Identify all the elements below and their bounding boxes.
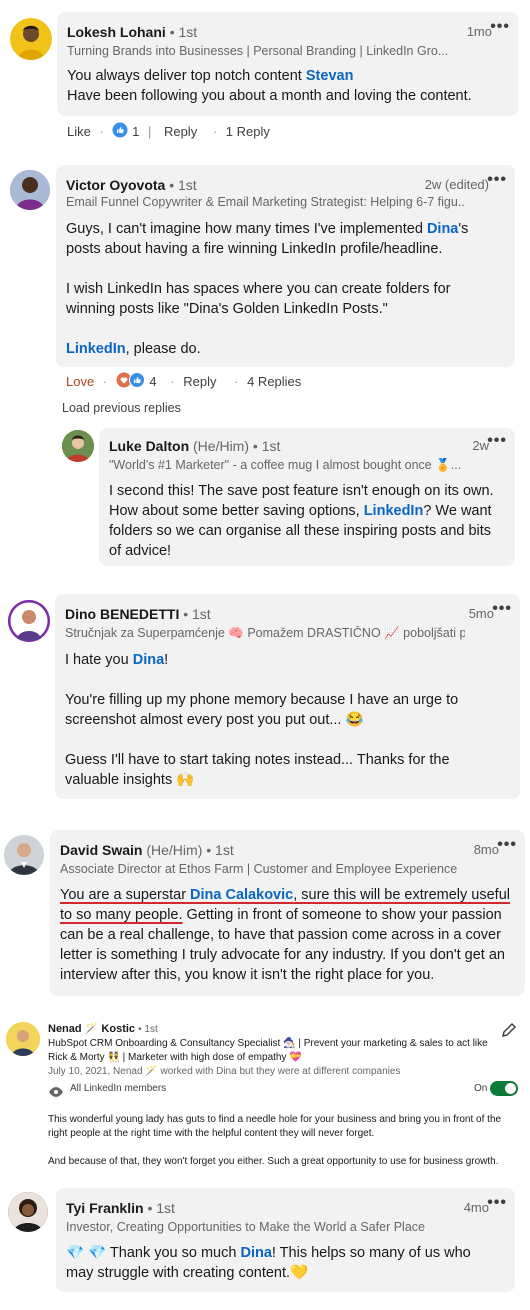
comment-text: You always deliver top notch content Ste… (67, 68, 472, 104)
recommendation-date: July 10, 2021, Nenad 🪄 worked with Dina … (48, 1066, 401, 1077)
mention-link[interactable]: LinkedIn (364, 503, 424, 519)
reply-bubble: Luke Dalton (He/Him) • 1st 2w ••• "World… (99, 428, 515, 566)
avatar[interactable] (8, 600, 50, 642)
author-headline: Turning Brands into Businesses | Persona… (67, 44, 449, 58)
connection-degree: • 1st (169, 177, 197, 193)
mention-link[interactable]: Dina (427, 221, 458, 237)
love-button[interactable]: Love (66, 374, 94, 389)
author-headline: Investor, Creating Opportunities to Make… (66, 1220, 425, 1234)
avatar[interactable] (4, 835, 44, 875)
more-options-icon[interactable]: ••• (487, 432, 507, 450)
reaction-count[interactable]: 4 (149, 374, 156, 389)
mention-link[interactable]: LinkedIn (66, 341, 126, 357)
recommendation: Nenad 🪄 Kostic • 1st HubSpot CRM Onboard… (48, 1022, 518, 1169)
timestamp: 4mo (463, 1200, 489, 1215)
timestamp: 8mo (473, 842, 499, 857)
comment-bubble: Lokesh Lohani • 1st 1mo ••• Turning Bran… (57, 12, 518, 116)
comment-text: Guys, I can't imagine how many times I'v… (66, 221, 469, 357)
mention-link[interactable]: Dina (133, 652, 164, 668)
more-options-icon[interactable]: ••• (497, 836, 517, 854)
replies-count-link[interactable]: 1 Reply (226, 124, 270, 139)
mention-link[interactable]: Stevan (306, 68, 354, 84)
eye-icon (48, 1084, 64, 1102)
recommendation-text: This wonderful young lady has guts to fi… (48, 1114, 502, 1167)
author-name[interactable]: Luke Dalton (109, 438, 189, 454)
reply-text: I second this! The save post feature isn… (109, 483, 494, 559)
more-options-icon[interactable]: ••• (492, 600, 512, 618)
comment-bubble: Dino BENEDETTI • 1st 5mo ••• Stručnjak z… (55, 594, 520, 799)
avatar[interactable] (62, 430, 94, 462)
reply-button[interactable]: Reply (183, 374, 216, 389)
timestamp: 5mo (468, 606, 494, 621)
comment-text: You are a superstar Dina Calakovic, sure… (60, 887, 510, 983)
pronouns: (He/Him) (193, 438, 250, 454)
comment-bubble: Tyi Franklin • 1st 4mo ••• Investor, Cre… (56, 1188, 515, 1292)
more-options-icon[interactable]: ••• (490, 18, 510, 36)
more-options-icon[interactable]: ••• (487, 1194, 507, 1212)
load-previous-replies[interactable]: Load previous replies (62, 401, 181, 415)
comment-bubble: David Swain (He/Him) • 1st 8mo ••• Assoc… (50, 830, 525, 996)
edit-icon[interactable] (501, 1022, 517, 1043)
comment-actions: Love · 4 · Reply · 4 Replies (66, 372, 302, 391)
author-name[interactable]: Tyi Franklin (66, 1200, 144, 1216)
more-options-icon[interactable]: ••• (487, 171, 507, 189)
author-headline: Associate Director at Ethos Farm | Custo… (60, 862, 460, 876)
author-name[interactable]: Nenad 🪄 Kostic (48, 1023, 135, 1035)
connection-degree: • 1st (252, 438, 281, 454)
avatar[interactable] (10, 170, 50, 210)
pronouns: (He/Him) (146, 842, 203, 858)
author-headline: HubSpot CRM Onboarding & Consultancy Spe… (48, 1038, 488, 1063)
connection-degree: • 1st (138, 1024, 158, 1035)
reaction-icons (116, 372, 146, 391)
mention-link[interactable]: Dina (240, 1245, 271, 1261)
connection-degree: • 1st (206, 842, 234, 858)
timestamp: 1mo (466, 24, 492, 39)
author-name[interactable]: Dino BENEDETTI (65, 606, 179, 622)
reply-button[interactable]: Reply (164, 124, 197, 139)
author-name[interactable]: Victor Oyovota (66, 177, 165, 193)
timestamp: 2w (edited) (424, 177, 489, 192)
avatar[interactable] (6, 1022, 40, 1056)
connection-degree: • 1st (147, 1200, 175, 1216)
author-headline: Email Funnel Copywriter & Email Marketin… (66, 195, 466, 209)
comment-actions: Like · 1 | Reply · 1 Reply (67, 122, 270, 141)
toggle-label: On (474, 1083, 488, 1094)
connection-degree: • 1st (169, 24, 198, 40)
author-headline: Stručnjak za Superpamćenje 🧠 Pomažem DRA… (65, 626, 465, 640)
avatar[interactable] (8, 1192, 48, 1232)
comment-text: I hate you Dina! You're filling up my ph… (65, 652, 459, 788)
replies-count-link[interactable]: 4 Replies (247, 374, 301, 389)
mention-link[interactable]: Dina Calakovic (190, 887, 293, 903)
like-button[interactable]: Like (67, 124, 91, 139)
avatar[interactable] (10, 18, 52, 60)
reaction-count[interactable]: 1 (132, 124, 139, 139)
comment-bubble: Victor Oyovota • 1st 2w (edited) ••• Ema… (56, 165, 515, 367)
comment-text: 💎 💎 Thank you so much Dina! This helps s… (66, 1245, 471, 1281)
author-headline: "World's #1 Marketer" - a coffee mug I a… (109, 458, 462, 472)
visibility-toggle[interactable] (490, 1081, 518, 1096)
author-name[interactable]: Lokesh Lohani (67, 24, 166, 40)
connection-degree: • 1st (183, 606, 211, 622)
visibility-label: All LinkedIn members (70, 1083, 167, 1094)
like-reaction-icon (112, 122, 128, 141)
author-name[interactable]: David Swain (60, 842, 142, 858)
